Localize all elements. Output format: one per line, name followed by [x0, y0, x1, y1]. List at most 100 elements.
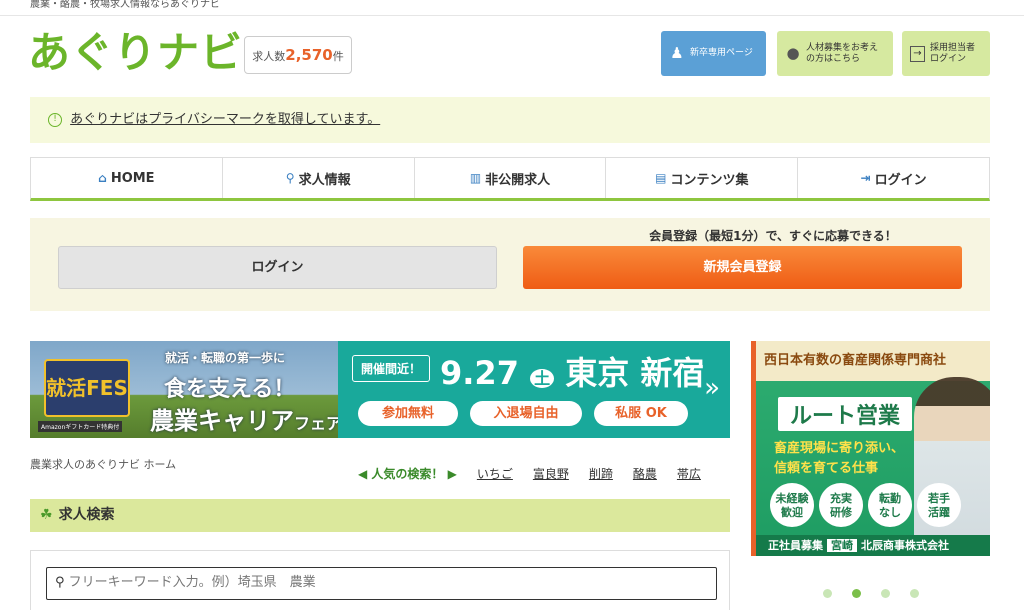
nav-login-label: ログイン — [874, 172, 927, 188]
popular-link[interactable]: 帯広 — [677, 465, 701, 482]
popular-link[interactable]: 富良野 — [533, 465, 569, 482]
ad-badge-l2: 活躍 — [928, 506, 950, 519]
carousel-dot[interactable] — [881, 589, 890, 598]
nav-jobs[interactable]: ⚲ 求人情報 — [223, 158, 415, 198]
ad-copy: 畜産現場に寄り添い、 信頼を育てる仕事 — [774, 439, 904, 479]
nav-contents[interactable]: ▤ コンテンツ集 — [606, 158, 799, 198]
info-icon: ! — [48, 112, 62, 127]
recruiter-info-line2: の方はこちら — [806, 53, 861, 64]
banner-pill-casual: 私服 OK — [594, 401, 688, 426]
amazon-note: Amazonギフトカード特典付 — [38, 421, 123, 432]
book-icon: ▤ — [655, 171, 667, 185]
banner-right: 開催間近！ 9.27 土 東京 新宿 参加無料 入退場自由 私服 OK » — [338, 341, 730, 438]
popular-searches: ◀ 人気の検索！ ▶ いちご 富良野 削蹄 酪農 帯広 — [358, 465, 701, 482]
job-count-badge: 求人数2,570件 — [244, 36, 352, 74]
nav-home-label: HOME — [110, 170, 155, 186]
ad-footer-a: 正社員募集 — [768, 539, 823, 552]
building-icon: ▥ — [469, 171, 482, 185]
ad-badge-l1: 充実 — [830, 492, 852, 505]
popular-link[interactable]: 削蹄 — [589, 465, 613, 482]
carousel-dot[interactable] — [910, 589, 919, 598]
register-panel: 会員登録（最短1分）で、すぐに応募できる！ ログイン 新規会員登録 — [30, 218, 990, 311]
nav-home[interactable]: ⌂ HOME — [31, 158, 223, 198]
recruiter-login-label: 採用担当者 ログイン — [930, 43, 975, 65]
banner-place: 東京 新宿 — [565, 354, 705, 392]
job-search-section-header: ☘ 求人検索 — [30, 499, 730, 532]
ad-badge-l1: 未経験 — [775, 492, 809, 505]
banner-big-small: フェア — [294, 414, 343, 433]
nav-private-jobs[interactable]: ▥ 非公開求人 — [415, 158, 607, 198]
privacy-notice-link[interactable]: あぐりナビはプライバシーマークを取得しています。 — [70, 112, 380, 127]
signup-button[interactable]: 新規会員登録 — [523, 246, 962, 289]
keyword-search-placeholder: フリーキーワード入力。例）埼玉県 農業 — [68, 575, 316, 590]
ad-footer: 正社員募集 宮崎 北辰商事株式会社 — [756, 535, 990, 556]
job-ad-banner[interactable]: 西日本有数の畜産関係専門商社 ルート営業 畜産現場に寄り添い、 信頼を育てる仕事 … — [751, 341, 990, 556]
person-icon: ● — [786, 44, 800, 62]
career-fair-banner[interactable]: 就活FES Amazonギフトカード特典付 就活・転職の第一歩に 食を支える！ … — [30, 341, 730, 438]
login-icon: → — [910, 45, 925, 62]
ad-badge-l2: 歓迎 — [781, 506, 803, 519]
job-search-title: 求人検索 — [58, 507, 115, 523]
ad-badge: 若手 活躍 — [917, 483, 961, 527]
keyword-search-input[interactable]: ⚲ フリーキーワード入力。例）埼玉県 農業 — [46, 567, 717, 600]
ad-footer-b: 宮崎 — [827, 539, 857, 552]
banner-weekday: 土 — [530, 369, 555, 388]
popular-heading-text: 人気の検索！ — [371, 467, 444, 481]
nav-private-jobs-label: 非公開求人 — [485, 172, 551, 188]
ad-badge-l1: 転勤 — [879, 492, 901, 505]
ad-badge-l1: 若手 — [928, 492, 950, 505]
banner-main: 食を支える！ — [164, 377, 296, 402]
main-nav: ⌂ HOME ⚲ 求人情報 ▥ 非公開求人 ▤ コンテンツ集 ⇥ ログイン — [30, 157, 990, 201]
new-grad-page-button[interactable]: ♟ 新卒専用ページ — [661, 31, 766, 76]
recruiter-login-line2: ログイン — [930, 53, 967, 64]
sprout-icon: ☘ — [40, 507, 53, 523]
nav-contents-label: コンテンツ集 — [670, 172, 749, 188]
play-icon: ▶ — [447, 467, 457, 481]
carousel-dot[interactable] — [823, 589, 832, 598]
login-button[interactable]: ログイン — [58, 246, 497, 289]
search-icon: ⚲ — [55, 575, 65, 590]
job-count-prefix: 求人数 — [252, 50, 286, 63]
carousel-dot[interactable] — [852, 589, 861, 598]
ad-badge-l2: 研修 — [830, 506, 852, 519]
banner-left: 就活FES Amazonギフトカード特典付 就活・転職の第一歩に 食を支える！ … — [30, 341, 342, 438]
search-panel: ⚲ フリーキーワード入力。例）埼玉県 農業 — [30, 550, 730, 610]
nav-login[interactable]: ⇥ ログイン — [798, 158, 989, 198]
banner-big: 農業キャリアフェア — [150, 401, 342, 436]
recruiter-login-button[interactable]: → 採用担当者 ログイン — [902, 31, 990, 76]
chevron-right-icon: » — [704, 373, 720, 403]
ad-badge: 転勤 なし — [868, 483, 912, 527]
ad-top: 西日本有数の畜産関係専門商社 — [756, 341, 990, 381]
ad-badge: 未経験 歓迎 — [770, 483, 814, 527]
ad-copy-line1: 畜産現場に寄り添い、 — [774, 441, 905, 456]
banner-big-text: 農業キャリア — [150, 407, 294, 435]
ad-badge-l2: なし — [879, 506, 901, 519]
banner-sub: 就活・転職の第一歩に — [165, 351, 286, 365]
breadcrumb[interactable]: 農業求人のあぐりナビ ホーム — [30, 456, 176, 472]
login-icon: ⇥ — [860, 171, 871, 185]
popular-link[interactable]: いちご — [477, 465, 513, 482]
search-icon: ⚲ — [285, 171, 295, 185]
recruiter-login-line1: 採用担当者 — [930, 42, 976, 53]
popular-link[interactable]: 酪農 — [633, 465, 657, 482]
banner-pill-free: 参加無料 — [358, 401, 458, 426]
new-grad-label: 新卒専用ページ — [690, 48, 753, 58]
nav-jobs-label: 求人情報 — [298, 172, 351, 188]
megaphone-icon: ◀ — [358, 467, 368, 481]
recruiter-info-button[interactable]: ● 人材募集をお考え の方はこちら — [777, 31, 893, 76]
ad-copy-line2: 信頼を育てる仕事 — [774, 461, 879, 476]
fes-logo: 就活FES — [44, 359, 130, 417]
banner-date: 9.27 土 東京 新宿 — [440, 348, 704, 394]
banner-kaisai: 開催間近！ — [352, 355, 431, 382]
banner-date-value: 9.27 — [440, 354, 519, 392]
site-logo[interactable]: あぐりナビ — [28, 30, 243, 76]
recruiter-info-line1: 人材募集をお考え — [806, 42, 879, 53]
banner-pill-free-entry: 入退場自由 — [470, 401, 582, 426]
home-icon: ⌂ — [98, 171, 107, 185]
graduate-icon: ♟ — [670, 44, 684, 62]
top-tagline: 農業・酪農・牧場求人情報ならあぐりナビ — [0, 0, 1024, 16]
ad-role: ルート営業 — [778, 397, 913, 431]
job-count-value: 2,570 — [285, 46, 333, 64]
recruiter-info-label: 人材募集をお考え の方はこちら — [806, 43, 878, 65]
register-caption: 会員登録（最短1分）で、すぐに応募できる！ — [649, 229, 897, 243]
